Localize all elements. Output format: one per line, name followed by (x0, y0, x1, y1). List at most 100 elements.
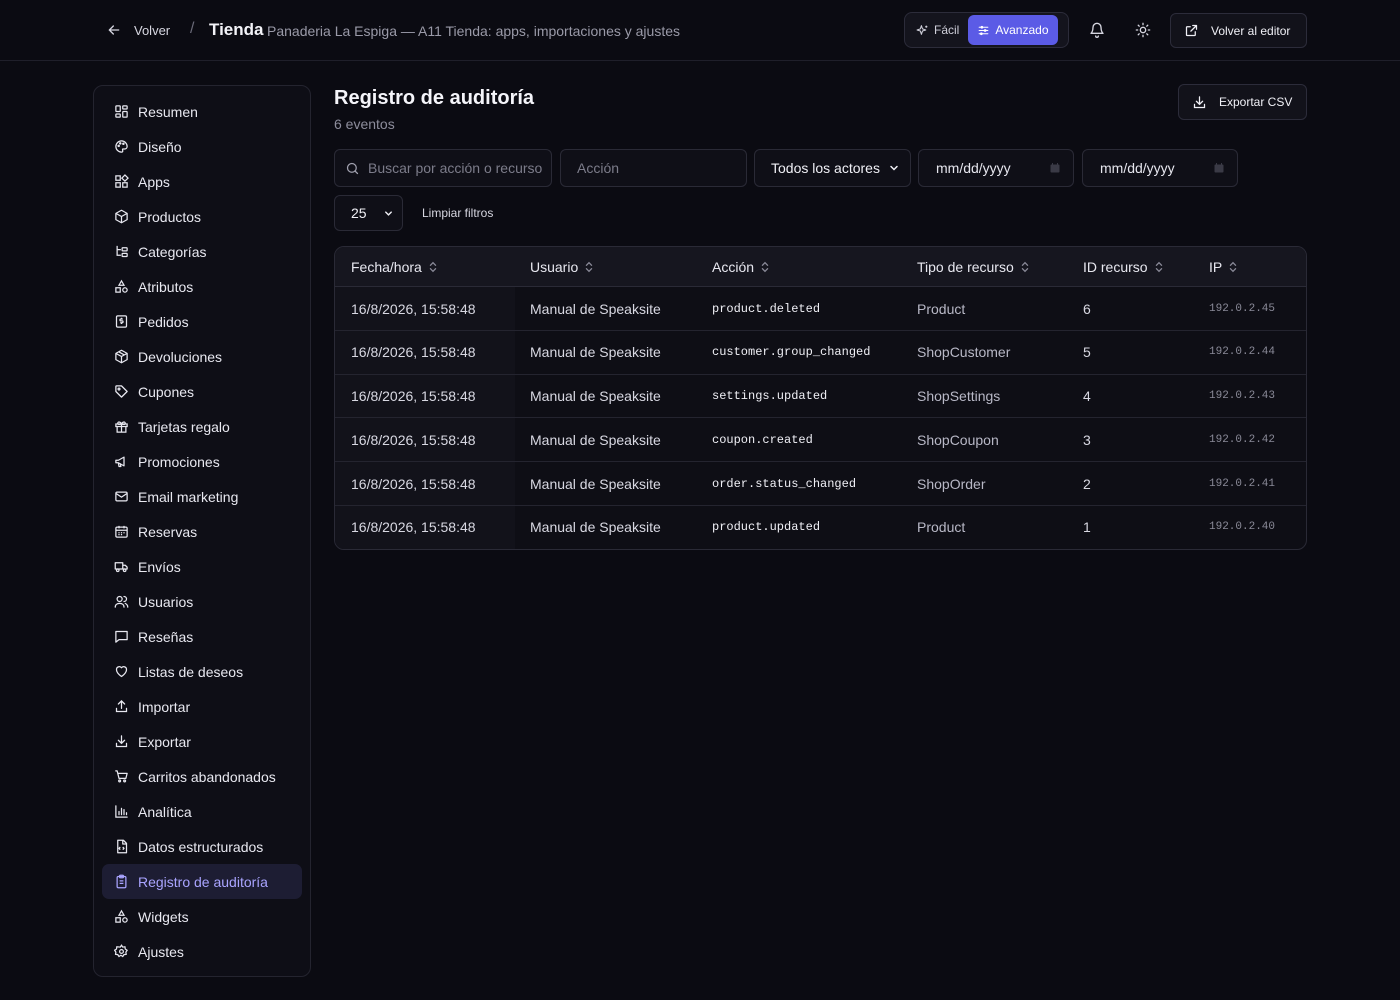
notifications-button[interactable] (1083, 16, 1111, 44)
chevron-down-icon (890, 165, 898, 171)
sidebar-item-label: Resumen (138, 103, 198, 120)
cell-resource-type: ShopSettings (917, 388, 1001, 405)
sidebar-item-label: Diseño (138, 138, 182, 155)
column-header-action[interactable]: Acción (712, 247, 770, 287)
cell-resource-id: 1 (1083, 519, 1091, 536)
export-csv-label: Exportar CSV (1219, 95, 1293, 109)
column-header-label: ID recurso (1083, 259, 1148, 275)
sidebar-item-label: Datos estructurados (138, 838, 264, 855)
sidebar-item-productos[interactable]: Productos (102, 199, 302, 234)
users-icon (114, 595, 129, 608)
shapes-icon (115, 279, 128, 293)
sidebar-item-label: Cupones (138, 383, 195, 400)
sidebar-item-label: Carritos abandonados (138, 768, 276, 785)
column-header-date[interactable]: Fecha/hora (351, 247, 438, 287)
sidebar-item-label: Importar (138, 698, 191, 715)
cell-resource-id: 4 (1083, 388, 1091, 405)
table-row: 16/8/2026, 15:58:48 Manual de Speaksite … (335, 462, 1306, 506)
sidebar-item-email-marketing[interactable]: Email marketing (102, 479, 302, 514)
arrow-left-icon (108, 25, 120, 35)
message-icon (115, 630, 128, 643)
sidebar-item-categorias[interactable]: Categorías (102, 234, 302, 269)
actor-select[interactable]: Todos los actores (754, 149, 911, 187)
sidebar-item-diseno[interactable]: Diseño (102, 129, 302, 164)
mode-easy-label: Fácil (934, 23, 960, 37)
sidebar-item-reservas[interactable]: Reservas (102, 514, 302, 549)
audit-log-table: Fecha/hora Usuario Acción Tipo de recurs… (334, 246, 1307, 550)
sidebar-item-listas-de-deseos[interactable]: Listas de deseos (102, 654, 302, 689)
cell-date: 16/8/2026, 15:58:48 (351, 475, 476, 492)
page-context-title: Tienda (209, 20, 264, 39)
cell-date: 16/8/2026, 15:58:48 (351, 519, 476, 536)
back-button[interactable]: Volver (100, 16, 176, 44)
column-header-ip[interactable]: IP (1209, 247, 1238, 287)
table-row: 16/8/2026, 15:58:48 Manual de Speaksite … (335, 330, 1306, 375)
sidebar-item-apps[interactable]: Apps (102, 164, 302, 199)
sidebar-item-registro-de-auditoria[interactable]: Registro de auditoría (102, 864, 302, 899)
sort-icon (1230, 261, 1237, 273)
sidebar-item-label: Categorías (138, 243, 207, 260)
mode-easy-button[interactable]: Fácil (907, 15, 968, 45)
theme-toggle-button[interactable] (1129, 16, 1157, 44)
sidebar-item-analitica[interactable]: Analítica (102, 794, 302, 829)
column-header-resource-type[interactable]: Tipo de recurso (917, 247, 1030, 287)
cell-ip: 192.0.2.41 (1209, 477, 1276, 490)
sidebar-item-datos-estructurados[interactable]: Datos estructurados (102, 829, 302, 864)
sidebar-item-resumen[interactable]: Resumen (102, 94, 302, 129)
sidebar-item-label: Reservas (138, 523, 198, 540)
mode-advanced-label: Avanzado (995, 23, 1049, 37)
action-filter-field (560, 149, 747, 187)
cell-resource-id: 6 (1083, 300, 1091, 317)
back-to-editor-button[interactable]: Volver al editor (1170, 13, 1307, 48)
bell-icon (1090, 22, 1104, 38)
sidebar-item-exportar[interactable]: Exportar (102, 724, 302, 759)
cell-user: Manual de Speaksite (530, 344, 661, 361)
sidebar-item-label: Email marketing (138, 488, 239, 505)
mode-advanced-button[interactable]: Avanzado (968, 15, 1058, 45)
sidebar-item-tarjetas-regalo[interactable]: Tarjetas regalo (102, 409, 302, 444)
page-size-select[interactable]: 25 (334, 195, 403, 231)
clear-filters-button[interactable]: Limpiar filtros (422, 206, 493, 220)
sidebar-item-resenas[interactable]: Reseñas (102, 619, 302, 654)
cell-date: 16/8/2026, 15:58:48 (351, 388, 476, 405)
sidebar-item-devoluciones[interactable]: Devoluciones (102, 339, 302, 374)
column-header-user[interactable]: Usuario (530, 247, 594, 287)
cell-action: coupon.created (712, 432, 813, 447)
column-header-resource-id[interactable]: ID recurso (1083, 247, 1164, 287)
sidebar-item-carritos-abandonados[interactable]: Carritos abandonados (102, 759, 302, 794)
sidebar-item-usuarios[interactable]: Usuarios (102, 584, 302, 619)
sort-icon (429, 261, 437, 273)
download-icon (1193, 95, 1206, 108)
sidebar-item-label: Listas de deseos (138, 663, 244, 680)
cell-ip: 192.0.2.43 (1209, 390, 1276, 403)
search-icon (346, 162, 359, 174)
tree-icon (116, 245, 128, 258)
table-header: Fecha/hora Usuario Acción Tipo de recurs… (335, 247, 1306, 287)
sidebar-item-promociones[interactable]: Promociones (102, 444, 302, 479)
export-csv-button[interactable]: Exportar CSV (1178, 84, 1307, 120)
cell-resource-id: 2 (1083, 475, 1091, 492)
sidebar-item-widgets[interactable]: Widgets (102, 899, 302, 934)
cell-user: Manual de Speaksite (530, 475, 661, 492)
sidebar-item-atributos[interactable]: Atributos (102, 269, 302, 304)
cell-date: 16/8/2026, 15:58:48 (351, 431, 476, 448)
file-code-icon (117, 839, 128, 854)
sidebar-item-importar[interactable]: Importar (102, 689, 302, 724)
table-row: 16/8/2026, 15:58:48 Manual de Speaksite … (335, 505, 1306, 549)
sidebar-item-envios[interactable]: Envíos (102, 549, 302, 584)
action-filter-input[interactable] (577, 160, 746, 176)
cell-ip: 192.0.2.45 (1209, 302, 1276, 315)
cell-date: 16/8/2026, 15:58:48 (351, 300, 476, 317)
megaphone-icon (115, 456, 125, 468)
sidebar-item-pedidos[interactable]: Pedidos (102, 304, 302, 339)
external-link-icon (1185, 24, 1198, 37)
sidebar-item-cupones[interactable]: Cupones (102, 374, 302, 409)
cell-user: Manual de Speaksite (530, 519, 661, 536)
date-to-input[interactable]: mm/dd/yyyy (1082, 149, 1238, 187)
sun-icon (1135, 22, 1151, 38)
clipboard-icon (116, 874, 127, 889)
cell-date: 16/8/2026, 15:58:48 (351, 344, 476, 361)
date-from-input[interactable]: mm/dd/yyyy (918, 149, 1074, 187)
sidebar-item-ajustes[interactable]: Ajustes (102, 934, 302, 969)
search-input[interactable] (368, 160, 551, 176)
